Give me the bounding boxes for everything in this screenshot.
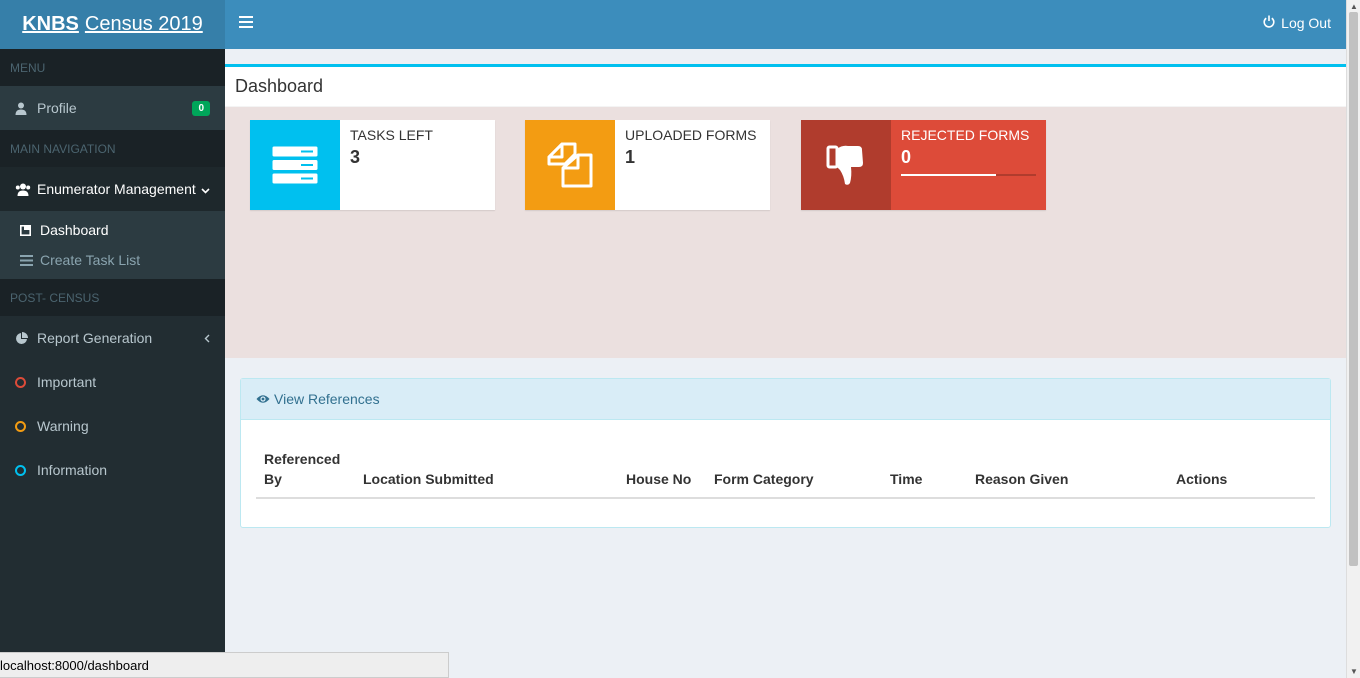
submenu-item-create-task-list[interactable]: Create Task List <box>0 245 225 275</box>
status-bar-url: localhost:8000/dashboard <box>0 652 449 678</box>
column-header: House No <box>618 441 706 499</box>
circle-icon <box>15 420 37 432</box>
info-box-value: 1 <box>625 147 636 167</box>
user-icon <box>15 102 37 115</box>
brand-bold: KNBS <box>22 13 79 35</box>
info-box-value: 3 <box>350 147 361 167</box>
info-box-content: TASKS LEFT 3 <box>340 120 443 210</box>
content-area: Dashboard TASKS LEFT 3 UPLOADED FORMS 1 … <box>225 49 1346 678</box>
circle-icon <box>15 464 37 476</box>
sidebar-toggle-icon[interactable] <box>239 16 253 31</box>
references-table: Referenced By Location Submitted House N… <box>256 441 1315 499</box>
progress-fill <box>901 174 996 176</box>
top-navbar: Log Out <box>225 0 1346 49</box>
info-box-uploaded-forms: UPLOADED FORMS 1 <box>525 120 770 210</box>
report-label: Report Generation <box>37 330 153 346</box>
column-header: Referenced By <box>256 441 355 499</box>
dashboard-box: Dashboard TASKS LEFT 3 UPLOADED FORMS 1 … <box>225 64 1346 358</box>
post-census-header: POST- CENSUS <box>0 279 225 316</box>
logout-label: Log Out <box>1281 15 1331 31</box>
power-icon <box>1263 15 1275 31</box>
column-header: Reason Given <box>967 441 1168 499</box>
sidebar-item-enumerator-management[interactable]: Enumerator Management <box>0 167 225 211</box>
info-box-label: TASKS LEFT <box>350 127 433 143</box>
submenu-label: Dashboard <box>40 222 109 238</box>
eye-icon <box>256 391 270 407</box>
table-header-row: Referenced By Location Submitted House N… <box>256 441 1315 499</box>
profile-label: Profile <box>37 100 77 116</box>
info-box-value: 0 <box>901 147 912 167</box>
references-heading[interactable]: View References <box>241 379 1330 420</box>
label-important: Important <box>37 374 97 390</box>
server-icon <box>250 120 340 210</box>
sidebar-item-profile[interactable]: Profile 0 <box>0 86 225 130</box>
circle-icon <box>15 376 37 388</box>
scroll-thumb[interactable] <box>1349 12 1358 566</box>
references-heading-label: View References <box>274 391 380 407</box>
references-panel: View References Referenced By Location S… <box>240 378 1331 528</box>
sidebar-item-information[interactable]: Information <box>0 448 225 492</box>
info-box-tasks-left: TASKS LEFT 3 <box>250 120 495 210</box>
logout-button[interactable]: Log Out <box>1263 15 1331 31</box>
chevron-down-icon <box>201 181 210 197</box>
vertical-scrollbar[interactable]: ▲ ▼ <box>1346 0 1360 678</box>
sidebar-item-report-generation[interactable]: Report Generation <box>0 316 225 360</box>
submenu-item-dashboard[interactable]: Dashboard <box>0 215 225 245</box>
label-warning: Warning <box>37 418 89 434</box>
copy-icon <box>525 120 615 210</box>
profile-badge: 0 <box>192 100 210 116</box>
info-box-label: REJECTED FORMS <box>901 127 1030 143</box>
chevron-left-icon <box>204 330 210 346</box>
menu-header: MENU <box>0 49 225 86</box>
brand-rest: Census 2019 <box>84 13 203 35</box>
enumerator-label: Enumerator Management <box>37 181 196 197</box>
column-header: Location Submitted <box>355 441 618 499</box>
info-box-content: UPLOADED FORMS 1 <box>615 120 766 210</box>
label-information: Information <box>37 462 108 478</box>
sidebar-item-important[interactable]: Important <box>0 360 225 404</box>
users-icon <box>15 183 37 196</box>
column-header: Actions <box>1168 441 1315 499</box>
brand-logo[interactable]: KNBS Census 2019 <box>0 0 225 49</box>
progress-bar <box>901 174 1036 176</box>
info-box-content: REJECTED FORMS 0 <box>891 120 1046 210</box>
scroll-down-arrow-icon[interactable]: ▼ <box>1350 667 1358 676</box>
sidebar: KNBS Census 2019 MENU Profile 0 MAIN NAV… <box>0 0 225 678</box>
info-box-label: UPLOADED FORMS <box>625 127 757 143</box>
page-title: Dashboard <box>225 67 1346 107</box>
column-header: Form Category <box>706 441 882 499</box>
enumerator-submenu: Dashboard Create Task List <box>0 211 225 279</box>
pie-chart-icon <box>15 331 37 345</box>
dashboard-icon <box>20 224 40 236</box>
sidebar-item-warning[interactable]: Warning <box>0 404 225 448</box>
list-icon <box>20 254 40 266</box>
thumbs-down-icon <box>801 120 891 210</box>
main-navigation-header: MAIN NAVIGATION <box>0 130 225 167</box>
submenu-label: Create Task List <box>40 252 141 268</box>
scroll-up-arrow-icon[interactable]: ▲ <box>1350 2 1358 11</box>
column-header: Time <box>882 441 967 499</box>
info-box-rejected-forms: REJECTED FORMS 0 <box>801 120 1046 210</box>
